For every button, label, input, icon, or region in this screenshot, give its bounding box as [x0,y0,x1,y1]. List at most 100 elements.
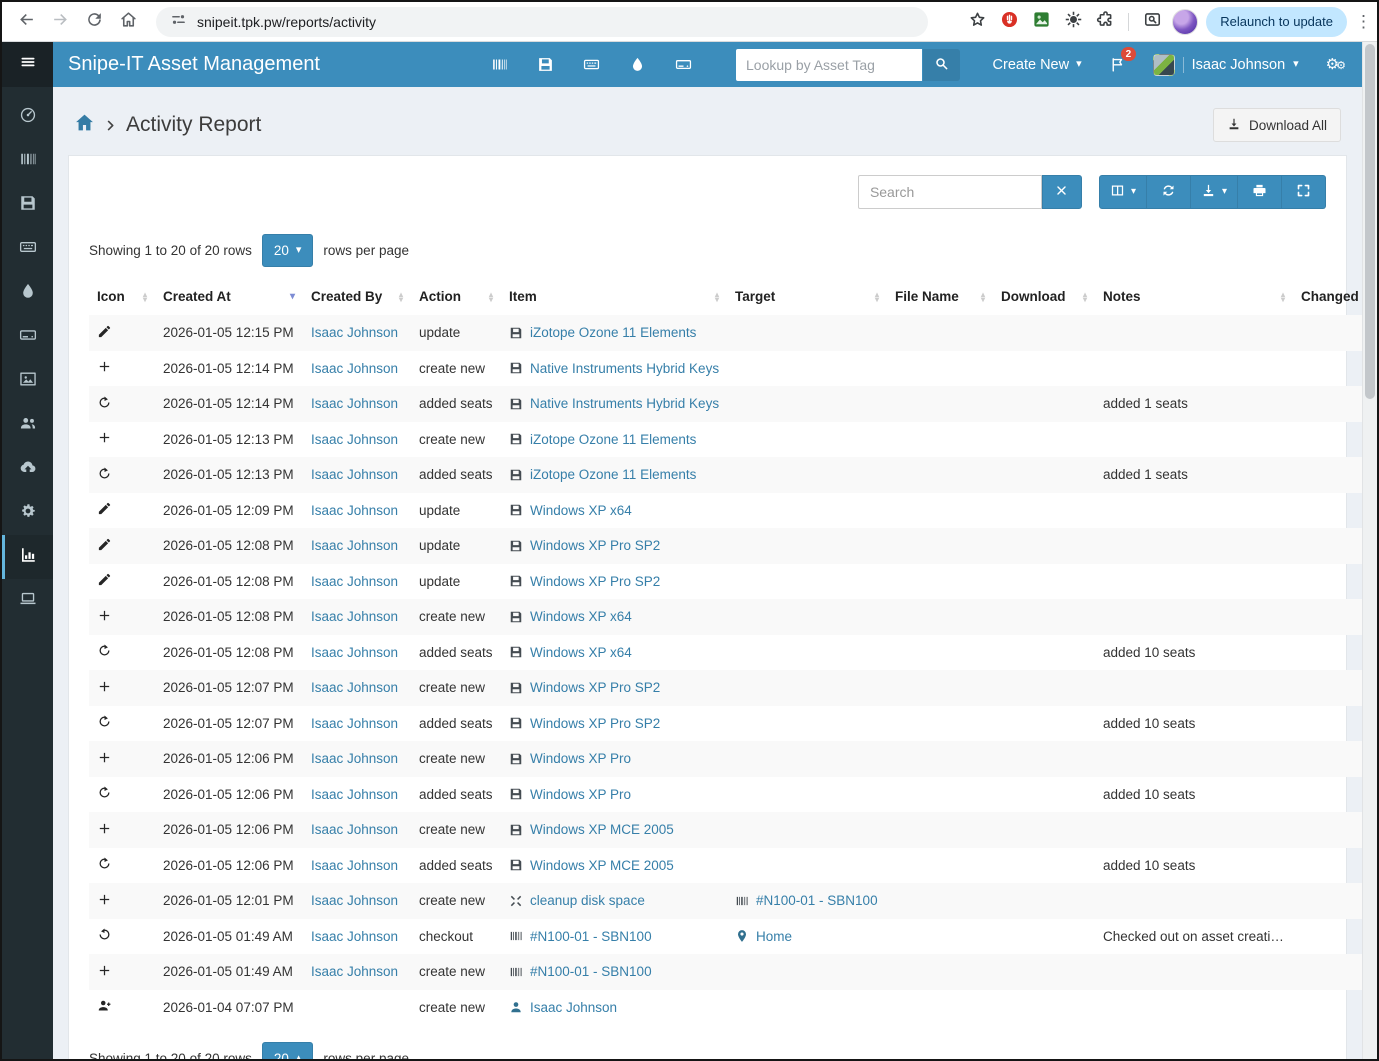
table-search-input[interactable] [858,175,1042,209]
extension-adblock[interactable] [997,10,1021,34]
notifications-button[interactable]: 2 [1109,56,1126,73]
sidebar-item-components[interactable] [2,315,53,359]
item-link[interactable]: cleanup disk space [530,893,645,908]
back-button[interactable] [10,6,42,38]
created-by-link[interactable]: Isaac Johnson [311,822,398,837]
sidebar-item-reports[interactable] [2,535,53,579]
created-by-link[interactable]: Isaac Johnson [311,929,398,944]
item-link[interactable]: Windows XP Pro [530,751,631,766]
item-link[interactable]: Windows XP x64 [530,503,632,518]
created-by-link[interactable]: Isaac Johnson [311,503,398,518]
sidebar-item-models[interactable] [2,579,53,623]
created-by-link[interactable]: Isaac Johnson [311,467,398,482]
column-header-download[interactable]: Download▴▾ [993,278,1095,315]
clear-search-button[interactable] [1042,175,1082,209]
address-bar[interactable]: snipeit.tpk.pw/reports/activity [156,7,928,37]
sidebar-item-consumables[interactable] [2,271,53,315]
refresh-button[interactable] [1147,175,1191,209]
asset-tag-search-button[interactable] [923,49,960,81]
page-size-dropdown[interactable]: 20 ▴ [262,1042,314,1059]
target-link[interactable]: Home [756,929,792,944]
sidebar-toggle-button[interactable] [2,42,53,87]
item-link[interactable]: #N100-01 - SBN100 [530,964,652,979]
sidebar-item-licenses[interactable] [2,183,53,227]
created-by-link[interactable]: Isaac Johnson [311,645,398,660]
created-by-link[interactable]: Isaac Johnson [311,609,398,624]
column-header-item[interactable]: Item▴▾ [501,278,727,315]
item-link[interactable]: Windows XP MCE 2005 [530,858,674,873]
bookmark-button[interactable] [965,10,989,34]
create-new-menu[interactable]: Create New ▾ [993,57,1082,73]
created-by-link[interactable]: Isaac Johnson [311,361,398,376]
created-by-link[interactable]: Isaac Johnson [311,787,398,802]
created-by-link[interactable]: Isaac Johnson [311,325,398,340]
item-link[interactable]: Native Instruments Hybrid Keys [530,361,719,376]
item-link[interactable]: Windows XP x64 [530,645,632,660]
forward-button[interactable] [44,6,76,38]
browser-menu-button[interactable]: ⋮ [1355,12,1369,32]
fullscreen-button[interactable] [1282,175,1326,209]
created-by-link[interactable]: Isaac Johnson [311,716,398,731]
column-header-created-at[interactable]: Created At▾ [155,278,303,315]
item-link[interactable]: Windows XP Pro SP2 [530,574,660,589]
column-header-notes[interactable]: Notes▴▾ [1095,278,1293,315]
created-by-link[interactable]: Isaac Johnson [311,680,398,695]
item-link[interactable]: iZotope Ozone 11 Elements [530,467,696,482]
item-link[interactable]: Isaac Johnson [530,1000,617,1015]
scrollbar-thumb[interactable] [1365,44,1375,399]
components-shortcut[interactable] [675,56,692,73]
item-link[interactable]: Windows XP Pro SP2 [530,716,660,731]
columns-button[interactable]: ▾ [1099,175,1147,209]
item-link[interactable]: Windows XP MCE 2005 [530,822,674,837]
item-link[interactable]: Windows XP Pro [530,787,631,802]
home-breadcrumb-link[interactable] [74,112,95,138]
download-all-button[interactable]: Download All [1213,108,1341,142]
item-link[interactable]: Native Instruments Hybrid Keys [530,396,719,411]
assets-shortcut[interactable] [491,56,508,73]
item-link[interactable]: Windows XP Pro SP2 [530,538,660,553]
consumables-shortcut[interactable] [629,56,646,73]
item-link[interactable]: Windows XP x64 [530,609,632,624]
column-header-file-name[interactable]: File Name▴▾ [887,278,993,315]
extensions-button[interactable] [1093,10,1117,34]
site-settings-icon[interactable] [170,11,187,33]
sidebar-item-people[interactable] [2,403,53,447]
export-button[interactable]: ▾ [1191,175,1238,209]
accessories-shortcut[interactable] [583,56,600,73]
reload-button[interactable] [78,6,110,38]
page-scrollbar[interactable] [1362,42,1377,1059]
item-link[interactable]: #N100-01 - SBN100 [530,929,652,944]
sidebar-item-assets[interactable] [2,139,53,183]
relaunch-to-update-button[interactable]: Relaunch to update [1206,7,1347,37]
created-by-link[interactable]: Isaac Johnson [311,432,398,447]
column-header-icon[interactable]: Icon▴▾ [89,278,155,315]
page-size-dropdown[interactable]: 20 ▾ [262,234,314,267]
browser-profile-avatar[interactable] [1172,9,1198,35]
created-by-link[interactable]: Isaac Johnson [311,858,398,873]
created-by-link[interactable]: Isaac Johnson [311,893,398,908]
item-link[interactable]: iZotope Ozone 11 Elements [530,325,696,340]
licenses-shortcut[interactable] [537,56,554,73]
column-header-created-by[interactable]: Created By▴▾ [303,278,411,315]
admin-settings-button[interactable]: ⚙ ⚙ [1326,57,1346,72]
sidebar-item-dashboard[interactable] [2,95,53,139]
created-by-link[interactable]: Isaac Johnson [311,964,398,979]
target-link[interactable]: #N100-01 - SBN100 [756,893,878,908]
created-by-link[interactable]: Isaac Johnson [311,538,398,553]
item-link[interactable]: iZotope Ozone 11 Elements [530,432,696,447]
extension-dark-reader[interactable] [1061,10,1085,34]
asset-tag-search-input[interactable] [736,49,922,81]
column-header-action[interactable]: Action▴▾ [411,278,501,315]
browser-home-button[interactable] [112,6,144,38]
sidebar-item-accessories[interactable] [2,227,53,271]
sidebar-item-settings[interactable] [2,491,53,535]
column-header-target[interactable]: Target▴▾ [727,278,887,315]
user-menu[interactable]: Isaac Johnson ▾ [1153,54,1299,76]
created-by-link[interactable]: Isaac Johnson [311,396,398,411]
item-link[interactable]: Windows XP Pro SP2 [530,680,660,695]
extension-screenshot[interactable] [1029,10,1053,34]
created-by-link[interactable]: Isaac Johnson [311,574,398,589]
created-by-link[interactable]: Isaac Johnson [311,751,398,766]
sidebar-item-import[interactable] [2,447,53,491]
tab-search-button[interactable] [1140,10,1164,34]
